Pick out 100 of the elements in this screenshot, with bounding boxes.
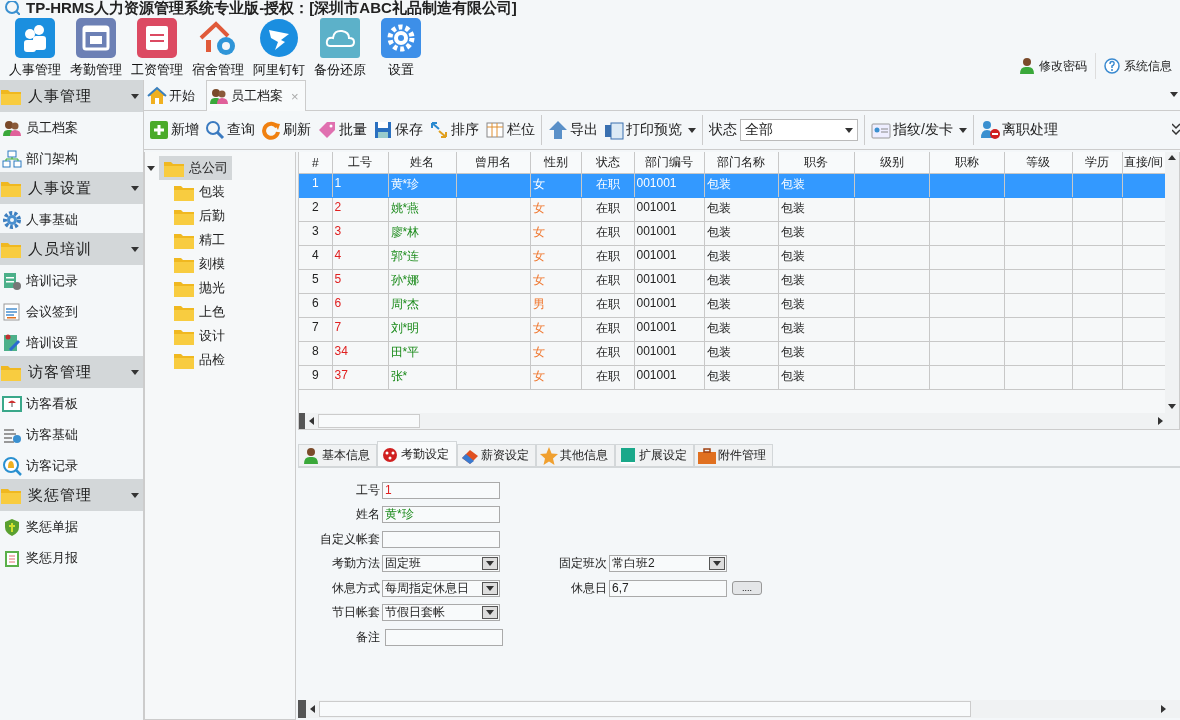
sidebar-item[interactable]: 访客基础 xyxy=(0,419,143,450)
sidebar-item[interactable]: 培训设置 xyxy=(0,327,143,358)
tree-node[interactable]: 刻模 xyxy=(173,252,295,276)
input-field[interactable] xyxy=(385,628,503,646)
column-header[interactable]: 等级 xyxy=(1004,152,1072,174)
table-row[interactable]: 4 4 郭*连 女 在职 001001 包装 包装 xyxy=(299,245,1165,270)
column-header[interactable]: 职务 xyxy=(778,152,854,174)
tree-node[interactable]: 精工 xyxy=(173,228,295,252)
table-row[interactable]: 6 6 周*杰 男 在职 001001 包装 包装 xyxy=(299,293,1165,318)
table-cell: 包装 xyxy=(778,197,854,222)
sidebar-item[interactable]: 会议签到 xyxy=(0,296,143,327)
module-button[interactable]: 人事管理 xyxy=(4,18,65,79)
scrollbar[interactable] xyxy=(298,700,1180,718)
sidebar-item[interactable]: 奖惩单据 xyxy=(0,511,143,542)
tree-node[interactable]: 总公司 xyxy=(159,156,232,180)
tree-node[interactable]: 抛光 xyxy=(173,276,295,300)
column-header[interactable]: 工号 xyxy=(332,152,388,174)
dropdown-field[interactable]: 每周指定休息日 xyxy=(382,579,500,597)
sidebar-item[interactable]: 访客看板 xyxy=(0,388,143,419)
sidebar-item[interactable]: 部门架构 xyxy=(0,143,143,174)
tab[interactable]: 扩展设定 xyxy=(615,444,694,466)
toolbar-button[interactable]: 保存 xyxy=(370,115,426,145)
tab[interactable]: 其他信息 xyxy=(536,444,615,466)
tree-node[interactable]: 上色 xyxy=(173,300,295,324)
input-field[interactable]: 黄*珍 xyxy=(382,506,500,524)
tab[interactable]: 附件管理 xyxy=(694,444,773,466)
column-header[interactable]: 姓名 xyxy=(388,152,456,174)
column-header[interactable]: 性别 xyxy=(530,152,581,174)
module-button[interactable]: 阿里钉钉 xyxy=(248,18,309,79)
sidebar-item[interactable]: 员工档案 xyxy=(0,112,143,143)
toolbar-button[interactable]: 导出 xyxy=(545,115,601,145)
cloud-icon xyxy=(319,18,360,58)
sidebar-item[interactable]: 访客记录 xyxy=(0,450,143,481)
sidebar-group-header[interactable]: 人事设置 xyxy=(0,172,143,204)
sidebar-group-header[interactable]: 人员培训 xyxy=(0,233,143,265)
scrollbar[interactable] xyxy=(299,413,1179,429)
column-header[interactable]: 部门名称 xyxy=(704,152,778,174)
star-icon xyxy=(539,445,559,466)
table-row[interactable]: 7 7 刘*明 女 在职 001001 包装 包装 xyxy=(299,317,1165,342)
tab[interactable]: 员工档案 × xyxy=(206,80,306,111)
input-field[interactable] xyxy=(382,530,500,548)
column-header[interactable]: 职称 xyxy=(929,152,1004,174)
toolbar-button[interactable]: 打印预览 xyxy=(601,115,699,145)
person-remove-icon xyxy=(979,120,1000,140)
sidebar-group-header[interactable]: 奖惩管理 xyxy=(0,479,143,511)
column-header[interactable]: 状态 xyxy=(581,152,634,174)
tab[interactable]: 考勤设定 xyxy=(377,441,457,466)
sidebar-item[interactable]: 奖惩月报 xyxy=(0,542,143,573)
dropdown-field[interactable]: 常白班2 xyxy=(609,555,727,573)
table-cell: 包装 xyxy=(778,317,854,342)
up-arrow-icon xyxy=(1168,155,1176,160)
sidebar-item[interactable]: 人事基础 xyxy=(0,204,143,235)
tree-node[interactable]: 包装 xyxy=(173,180,295,204)
module-button[interactable]: 宿舍管理 xyxy=(187,18,248,79)
toolbar-button[interactable]: 栏位 xyxy=(482,115,538,145)
column-header[interactable]: 直接/间 xyxy=(1122,152,1165,174)
module-button[interactable]: 考勤管理 xyxy=(65,18,126,79)
table-row[interactable]: 9 37 张* 女 在职 001001 包装 包装 xyxy=(299,365,1165,390)
table-row[interactable]: 5 5 孙*娜 女 在职 001001 包装 包装 xyxy=(299,269,1165,294)
browse-button[interactable]: .... xyxy=(732,581,762,596)
gear-icon xyxy=(1,208,23,231)
status-select[interactable]: 全部 xyxy=(740,119,858,141)
table-cell: 2 xyxy=(299,197,332,222)
module-button[interactable]: 设置 xyxy=(370,18,431,79)
toolbar-button[interactable]: 查询 xyxy=(202,115,258,145)
tab[interactable]: 开始 xyxy=(144,81,202,110)
tab[interactable]: 薪资设定 xyxy=(457,444,536,466)
table-cell: 在职 xyxy=(581,317,634,342)
sidebar-group-header[interactable]: 人事管理 xyxy=(0,80,143,112)
sidebar-item[interactable]: 培训记录 xyxy=(0,265,143,296)
header-link[interactable]: 修改密码 xyxy=(1011,56,1095,76)
module-button[interactable]: 备份还原 xyxy=(309,18,370,79)
column-header[interactable]: 部门编号 xyxy=(634,152,704,174)
table-row[interactable]: 8 34 田*平 女 在职 001001 包装 包装 xyxy=(299,341,1165,366)
input-field[interactable]: 1 xyxy=(382,481,500,499)
scrollbar[interactable] xyxy=(1165,152,1179,413)
dropdown-field[interactable]: 节假日套帐 xyxy=(382,604,500,622)
toolbar-button[interactable]: 批量 xyxy=(314,115,370,145)
tab[interactable]: 基本信息 xyxy=(298,444,377,466)
input-field[interactable]: 6,7 xyxy=(609,579,727,597)
toolbar-button[interactable]: 离职处理 xyxy=(976,115,1061,145)
toolbar-button[interactable]: 新增 xyxy=(146,115,202,145)
field-label: 考勤方法 xyxy=(331,555,381,573)
column-header[interactable]: # xyxy=(299,152,332,174)
toolbar-button[interactable]: 排序 xyxy=(426,115,482,145)
toolbar-button[interactable]: 刷新 xyxy=(258,115,314,145)
table-row[interactable]: 2 2 姚*燕 女 在职 001001 包装 包装 xyxy=(299,197,1165,222)
table-cell: 在职 xyxy=(581,293,634,318)
column-header[interactable]: 曾用名 xyxy=(456,152,530,174)
module-button[interactable]: 工资管理 xyxy=(126,18,187,79)
sidebar-group-header[interactable]: 访客管理 xyxy=(0,356,143,388)
table-row[interactable]: 3 3 廖*林 女 在职 001001 包装 包装 xyxy=(299,221,1165,246)
column-header[interactable]: 级别 xyxy=(854,152,929,174)
header-link[interactable]: 系统信息 xyxy=(1096,56,1180,76)
tree-node[interactable]: 品检 xyxy=(173,348,295,372)
tree-node[interactable]: 后勤 xyxy=(173,204,295,228)
dropdown-field[interactable]: 固定班 xyxy=(382,555,500,573)
column-header[interactable]: 学历 xyxy=(1072,152,1122,174)
toolbar-button[interactable]: 指纹/发卡 xyxy=(868,115,970,145)
tree-node[interactable]: 设计 xyxy=(173,324,295,348)
